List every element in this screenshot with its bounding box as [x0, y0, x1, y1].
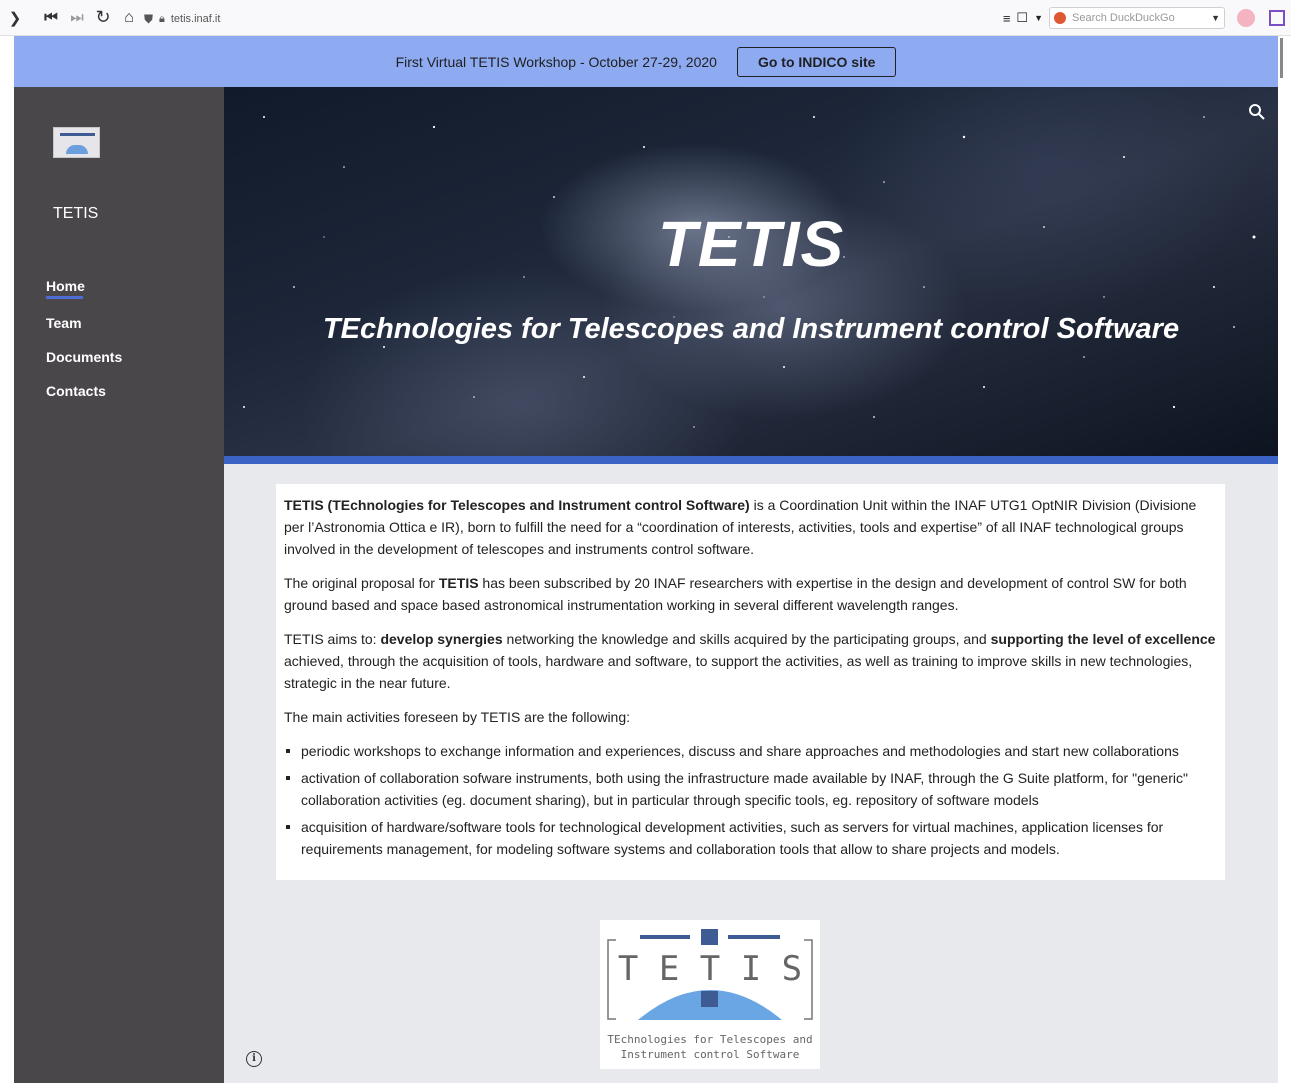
- main-content: TETIS (TEchnologies for Telescopes and I…: [224, 464, 1278, 1083]
- announcement-bar: First Virtual TETIS Workshop - October 2…: [14, 36, 1278, 87]
- nav-item-team[interactable]: Team: [46, 315, 122, 331]
- reload-icon[interactable]: ↻: [92, 7, 114, 29]
- scrollbar-thumb[interactable]: [1280, 38, 1283, 78]
- activities-list: periodic workshops to exchange informati…: [284, 740, 1217, 860]
- last-icon[interactable]: ⏭: [66, 7, 88, 29]
- search-icon[interactable]: [1248, 103, 1266, 121]
- chevron-down-icon[interactable]: ▼: [1211, 13, 1220, 23]
- url-host[interactable]: tetis.inaf.it: [171, 13, 221, 25]
- nav-item-documents[interactable]: Documents: [46, 349, 122, 365]
- site-logo[interactable]: [53, 127, 100, 158]
- logo-caption-line1: TEchnologies for Telescopes and: [607, 1033, 812, 1046]
- nav-item-contacts[interactable]: Contacts: [46, 383, 122, 399]
- sidebar-nav: Home Team Documents Contacts: [46, 278, 122, 417]
- logo-letters: T E T I S: [618, 949, 802, 989]
- lock-icon[interactable]: 🔒︎: [159, 13, 165, 26]
- back-icon[interactable]: ❯: [4, 7, 26, 29]
- scrollbar[interactable]: [1278, 36, 1291, 1083]
- chevron-down-icon[interactable]: ▼: [1034, 13, 1043, 23]
- aims-paragraph: TETIS aims to: develop synergies network…: [284, 631, 1216, 691]
- nav-item-home[interactable]: Home: [46, 278, 122, 299]
- logo-caption-line2: Instrument control Software: [621, 1048, 800, 1061]
- hero-accent-stripe: [224, 456, 1278, 464]
- home-icon[interactable]: ⌂: [118, 7, 140, 29]
- search-engine-box[interactable]: Search DuckDuckGo ▼: [1049, 7, 1225, 29]
- site-title[interactable]: TETIS: [53, 205, 98, 223]
- duckduckgo-icon: [1054, 12, 1066, 24]
- list-item: periodic workshops to exchange informati…: [284, 740, 1217, 762]
- hero-title: TETIS: [657, 208, 845, 280]
- announcement-text: First Virtual TETIS Workshop - October 2…: [395, 53, 717, 70]
- first-icon[interactable]: ⏮: [40, 7, 62, 29]
- tetis-logo: T E T I S TEchnologies for Telescopes an…: [600, 920, 820, 1069]
- extension-icon[interactable]: [1269, 10, 1285, 26]
- hero-subtitle: TEchnologies for Telescopes and Instrume…: [322, 313, 1180, 345]
- proposal-paragraph: The original proposal for TETIS has been…: [284, 575, 1187, 613]
- sidebar: TETIS Home Team Documents Contacts: [14, 87, 224, 1083]
- info-icon[interactable]: i: [246, 1051, 262, 1067]
- browser-toolbar: ❯ ⏮ ⏭ ↻ ⌂ ⛊ 🔒︎ tetis.inaf.it ≡ ☐ ▼ Searc…: [0, 0, 1291, 36]
- extension-icon[interactable]: [1237, 9, 1255, 27]
- indico-button[interactable]: Go to INDICO site: [736, 46, 897, 77]
- list-item: acquisition of hardware/software tools f…: [284, 816, 1217, 860]
- hero-banner: TETIS TEchnologies for Telescopes and In…: [224, 87, 1278, 456]
- list-item: activation of collaboration sofware inst…: [284, 767, 1217, 811]
- intro-paragraph: TETIS (TEchnologies for Telescopes and I…: [284, 497, 1197, 557]
- intro-card: TETIS (TEchnologies for Telescopes and I…: [276, 484, 1225, 880]
- search-engine-placeholder: Search DuckDuckGo: [1072, 12, 1175, 24]
- activities-intro: The main activities foreseen by TETIS ar…: [284, 709, 631, 725]
- reader-icon[interactable]: ≡: [1003, 11, 1011, 26]
- shield-icon[interactable]: ⛊: [144, 12, 153, 27]
- bookmark-icon[interactable]: ☐: [1016, 10, 1028, 26]
